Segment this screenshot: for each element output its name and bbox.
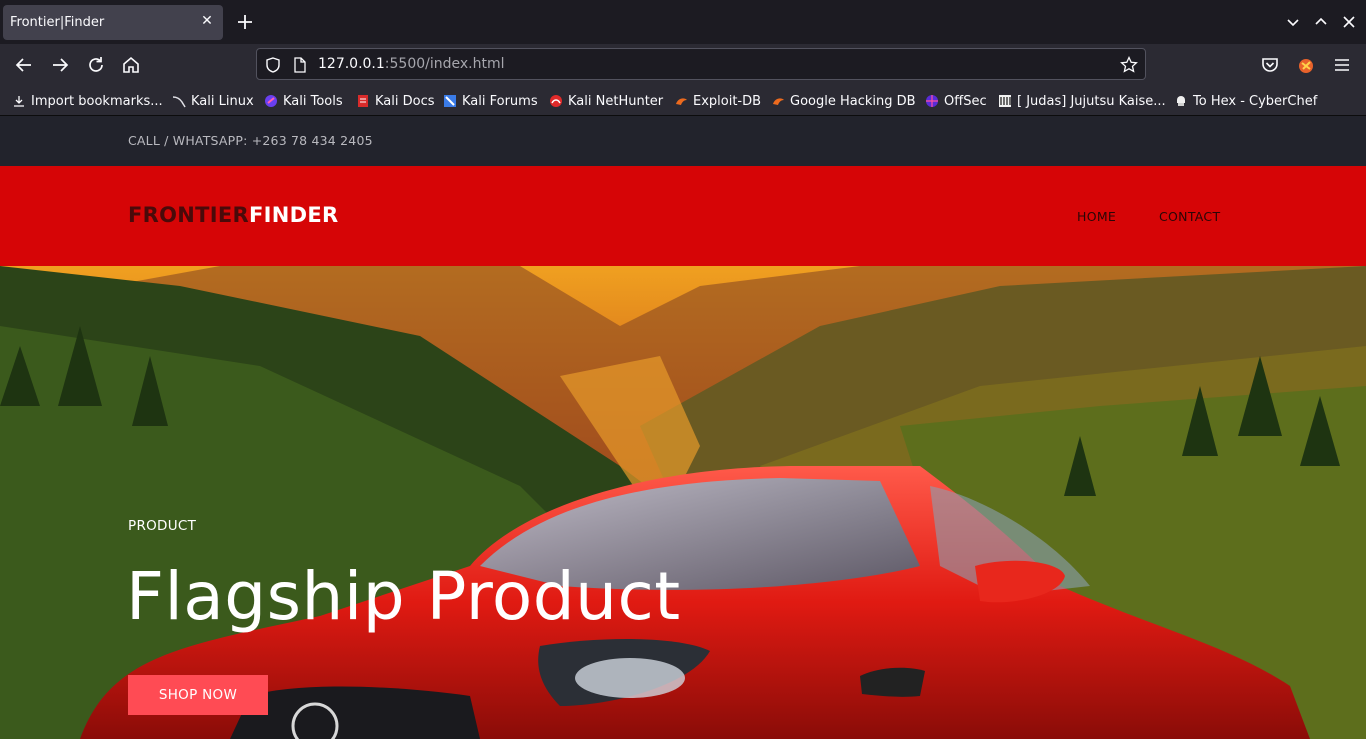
close-window-icon[interactable] xyxy=(1340,13,1358,31)
bookmark-label: Kali Linux xyxy=(191,93,254,109)
tab-title: Frontier|Finder xyxy=(10,15,105,30)
bookmark-kali-docs[interactable]: Kali Docs xyxy=(356,92,435,110)
hero-banner: PRODUCT Flagship Product SHOP NOW xyxy=(0,266,1366,739)
hero-headline: Flagship Product xyxy=(126,558,681,635)
bookmark-kali-nethunter[interactable]: Kali NetHunter xyxy=(549,92,663,110)
cyberchef-icon xyxy=(1177,96,1185,106)
home-icon[interactable] xyxy=(120,54,142,76)
nethunter-icon xyxy=(550,95,562,107)
kali-forums-icon xyxy=(444,95,456,107)
exploit-db-icon xyxy=(676,98,687,105)
site-header: FRONTIERFINDER HOME CONTACT xyxy=(0,166,1366,266)
new-tab-icon[interactable] xyxy=(235,12,255,32)
bookmark-label: Exploit-DB xyxy=(693,93,762,109)
import-icon xyxy=(14,96,24,107)
bookmark-cyberchef[interactable]: To Hex - CyberChef xyxy=(1174,92,1317,110)
bookmark-google-hacking-db[interactable]: Google Hacking DB xyxy=(771,92,916,110)
contact-topbar: CALL / WHATSAPP: +263 78 434 2405 xyxy=(0,116,1366,166)
bookmark-label: Kali Docs xyxy=(375,93,435,109)
bookmark-label: Google Hacking DB xyxy=(790,93,916,109)
bookmark-kali-forums[interactable]: Kali Forums xyxy=(443,92,538,110)
hero-eyebrow: PRODUCT xyxy=(128,518,197,534)
star-bookmark-icon[interactable] xyxy=(1119,55,1139,75)
judas-icon xyxy=(999,95,1011,107)
bookmark-label: Kali NetHunter xyxy=(568,93,664,109)
bookmark-label: To Hex - CyberChef xyxy=(1193,93,1318,109)
browser-tab-active[interactable]: Frontier|Finder ✕ xyxy=(3,5,223,40)
back-arrow-icon[interactable] xyxy=(13,54,35,76)
pocket-icon[interactable] xyxy=(1259,54,1281,76)
kali-dragon-icon xyxy=(172,96,186,108)
extension-icon[interactable] xyxy=(1295,54,1317,76)
shop-now-button[interactable]: SHOP NOW xyxy=(128,675,268,715)
browser-nav-bar: 127.0.0.1:5500/index.html xyxy=(0,44,1366,86)
bookmark-kali-linux[interactable]: Kali Linux xyxy=(172,92,254,110)
maximize-icon[interactable] xyxy=(1312,13,1330,31)
nav-home[interactable]: HOME xyxy=(1077,209,1116,224)
bookmark-label: Kali Forums xyxy=(462,93,538,109)
kali-tools-icon xyxy=(265,95,277,107)
url-text: 127.0.0.1:5500/index.html xyxy=(318,56,505,72)
bookmark-label: OffSec xyxy=(944,93,987,109)
ghdb-icon xyxy=(773,98,784,105)
bookmark-label: Kali Tools xyxy=(283,93,343,109)
bookmark-kali-tools[interactable]: Kali Tools xyxy=(264,92,343,110)
chevron-down-icon[interactable] xyxy=(1284,13,1302,31)
shield-icon[interactable] xyxy=(264,56,282,74)
logo-part-frontier: FRONTIER xyxy=(128,203,249,227)
page-icon xyxy=(294,57,306,73)
site-logo[interactable]: FRONTIERFINDER xyxy=(128,203,338,227)
bookmark-label: Import bookmarks... xyxy=(31,93,163,109)
address-bar[interactable]: 127.0.0.1:5500/index.html xyxy=(256,48,1146,80)
offsec-icon xyxy=(926,95,938,107)
call-whatsapp-text: CALL / WHATSAPP: +263 78 434 2405 xyxy=(128,133,373,148)
web-page: CALL / WHATSAPP: +263 78 434 2405 FRONTI… xyxy=(0,116,1366,739)
hamburger-menu-icon[interactable] xyxy=(1331,54,1353,76)
bookmark-import[interactable]: Import bookmarks... xyxy=(12,92,163,110)
bookmark-offsec[interactable]: OffSec xyxy=(925,92,987,110)
browser-tab-bar: Frontier|Finder ✕ xyxy=(0,0,1366,44)
forward-arrow-icon[interactable] xyxy=(49,54,71,76)
reload-icon[interactable] xyxy=(85,54,107,76)
kali-docs-icon xyxy=(358,95,368,107)
nav-contact[interactable]: CONTACT xyxy=(1159,209,1220,224)
bookmark-judas[interactable]: [ Judas] Jujutsu Kaise... xyxy=(998,92,1166,110)
close-tab-icon[interactable]: ✕ xyxy=(199,13,215,29)
bookmark-exploit-db[interactable]: Exploit-DB xyxy=(674,92,761,110)
hero-background-image xyxy=(0,266,1366,739)
bookmarks-toolbar: Import bookmarks... Kali Linux Kali Tool… xyxy=(0,86,1366,116)
logo-part-finder: FINDER xyxy=(249,203,339,227)
bookmark-label: [ Judas] Jujutsu Kaise... xyxy=(1017,93,1166,109)
